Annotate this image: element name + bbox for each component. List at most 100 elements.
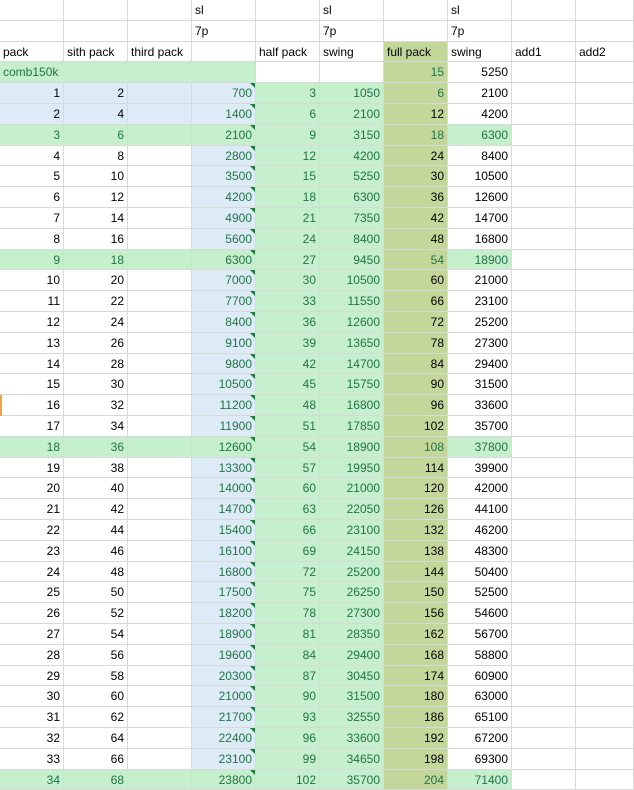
- header-cell-full-pack[interactable]: [384, 20, 448, 42]
- data-cell-swing-2[interactable]: 52500: [448, 582, 512, 604]
- data-cell-full-pack[interactable]: 132: [384, 520, 448, 541]
- data-cell-swing-2[interactable]: 67200: [448, 728, 512, 749]
- data-cell-sl-7p[interactable]: 3500: [192, 166, 256, 188]
- data-cell-add2[interactable]: [576, 520, 634, 541]
- header-cell-pack[interactable]: [0, 20, 64, 42]
- data-cell-swing[interactable]: 28350: [320, 624, 384, 645]
- data-cell-third-pack[interactable]: [128, 124, 192, 146]
- data-cell-pack[interactable]: 18: [0, 436, 64, 458]
- data-cell-pack[interactable]: 16: [0, 395, 64, 416]
- data-cell-half-pack[interactable]: 99: [256, 748, 320, 770]
- data-cell-pack[interactable]: 11: [0, 291, 64, 312]
- data-cell-add2[interactable]: [576, 499, 634, 520]
- data-cell-add1[interactable]: [512, 582, 576, 604]
- data-cell-sith-pack[interactable]: 28: [64, 353, 128, 375]
- data-cell-pack[interactable]: 14: [0, 353, 64, 375]
- data-cell-full-pack[interactable]: 168: [384, 644, 448, 666]
- data-cell-swing[interactable]: 15750: [320, 374, 384, 396]
- data-cell-pack[interactable]: 23: [0, 540, 64, 562]
- data-cell-swing-2[interactable]: 48300: [448, 540, 512, 562]
- data-cell-add2[interactable]: [576, 707, 634, 728]
- comb-row-cell[interactable]: [256, 62, 320, 84]
- header-cell-pack[interactable]: [0, 0, 64, 21]
- header-cell-sl-7p[interactable]: 7p: [192, 20, 256, 42]
- data-cell-sith-pack[interactable]: 60: [64, 686, 128, 708]
- data-cell-swing[interactable]: 21000: [320, 478, 384, 500]
- data-cell-add1[interactable]: [512, 728, 576, 749]
- data-cell-half-pack[interactable]: 27: [256, 249, 320, 271]
- data-cell-swing[interactable]: 25200: [320, 561, 384, 583]
- data-cell-third-pack[interactable]: [128, 145, 192, 167]
- data-cell-half-pack[interactable]: 9: [256, 124, 320, 146]
- data-cell-pack[interactable]: 3: [0, 124, 64, 146]
- data-cell-pack[interactable]: 5: [0, 166, 64, 188]
- data-cell-sl-7p[interactable]: 15400: [192, 520, 256, 541]
- header-cell-half-pack[interactable]: half pack: [256, 41, 320, 63]
- data-cell-sl-7p[interactable]: 13300: [192, 457, 256, 479]
- data-cell-add1[interactable]: [512, 228, 576, 250]
- data-cell-sl-7p[interactable]: 14000: [192, 478, 256, 500]
- data-cell-swing-2[interactable]: 71400: [448, 769, 512, 790]
- data-cell-swing-2[interactable]: 56700: [448, 624, 512, 645]
- data-cell-swing-2[interactable]: 6300: [448, 124, 512, 146]
- data-cell-full-pack[interactable]: 180: [384, 686, 448, 708]
- data-cell-pack[interactable]: 28: [0, 644, 64, 666]
- data-cell-sl-7p[interactable]: 12600: [192, 436, 256, 458]
- data-cell-add1[interactable]: [512, 166, 576, 188]
- data-cell-pack[interactable]: 30: [0, 686, 64, 708]
- data-cell-add1[interactable]: [512, 707, 576, 728]
- data-cell-add2[interactable]: [576, 145, 634, 167]
- data-cell-half-pack[interactable]: 66: [256, 520, 320, 541]
- data-cell-third-pack[interactable]: [128, 457, 192, 479]
- header-cell-third-pack[interactable]: third pack: [128, 41, 192, 63]
- spreadsheet-grid[interactable]: sl sl sl 7p 7p 7p pack sith pack third pack half …: [0, 0, 634, 790]
- data-cell-add2[interactable]: [576, 291, 634, 312]
- data-cell-third-pack[interactable]: [128, 686, 192, 708]
- data-cell-swing[interactable]: 18900: [320, 436, 384, 458]
- data-cell-half-pack[interactable]: 90: [256, 686, 320, 708]
- data-cell-sith-pack[interactable]: 50: [64, 582, 128, 604]
- data-cell-sith-pack[interactable]: 44: [64, 520, 128, 541]
- data-cell-sith-pack[interactable]: 38: [64, 457, 128, 479]
- data-cell-third-pack[interactable]: [128, 416, 192, 437]
- data-cell-swing[interactable]: 33600: [320, 728, 384, 749]
- data-cell-pack[interactable]: 33: [0, 748, 64, 770]
- data-cell-pack[interactable]: 9: [0, 249, 64, 271]
- data-cell-sith-pack[interactable]: 16: [64, 228, 128, 250]
- data-cell-pack[interactable]: 10: [0, 270, 64, 292]
- data-cell-swing-2[interactable]: 14700: [448, 208, 512, 229]
- data-cell-add2[interactable]: [576, 83, 634, 104]
- data-cell-sl-7p[interactable]: 11200: [192, 395, 256, 416]
- header-cell-sl-7p[interactable]: [192, 41, 256, 63]
- comb-row-full-pack[interactable]: 15: [384, 62, 448, 84]
- data-cell-full-pack[interactable]: 138: [384, 540, 448, 562]
- header-cell-add2[interactable]: add2: [576, 41, 634, 63]
- data-cell-half-pack[interactable]: 18: [256, 187, 320, 208]
- data-cell-pack[interactable]: 1: [0, 83, 64, 104]
- data-cell-half-pack[interactable]: 33: [256, 291, 320, 312]
- data-cell-add1[interactable]: [512, 187, 576, 208]
- data-cell-half-pack[interactable]: 63: [256, 499, 320, 520]
- data-cell-third-pack[interactable]: [128, 374, 192, 396]
- data-cell-pack[interactable]: 13: [0, 332, 64, 354]
- data-cell-pack[interactable]: 20: [0, 478, 64, 500]
- header-cell-swing[interactable]: 7p: [320, 20, 384, 42]
- data-cell-add1[interactable]: [512, 291, 576, 312]
- data-cell-sith-pack[interactable]: 36: [64, 436, 128, 458]
- data-cell-swing[interactable]: 2100: [320, 104, 384, 125]
- data-cell-swing[interactable]: 26250: [320, 582, 384, 604]
- data-cell-sith-pack[interactable]: 40: [64, 478, 128, 500]
- data-cell-pack[interactable]: 2: [0, 104, 64, 125]
- data-cell-third-pack[interactable]: [128, 540, 192, 562]
- data-cell-full-pack[interactable]: 78: [384, 332, 448, 354]
- data-cell-add1[interactable]: [512, 499, 576, 520]
- data-cell-add1[interactable]: [512, 270, 576, 292]
- data-cell-swing-2[interactable]: 42000: [448, 478, 512, 500]
- data-cell-swing[interactable]: 8400: [320, 228, 384, 250]
- comb-row-cell[interactable]: [512, 62, 576, 84]
- data-cell-swing[interactable]: 17850: [320, 416, 384, 437]
- data-cell-sl-7p[interactable]: 21000: [192, 686, 256, 708]
- data-cell-add2[interactable]: [576, 686, 634, 708]
- data-cell-add1[interactable]: [512, 644, 576, 666]
- data-cell-sl-7p[interactable]: 7000: [192, 270, 256, 292]
